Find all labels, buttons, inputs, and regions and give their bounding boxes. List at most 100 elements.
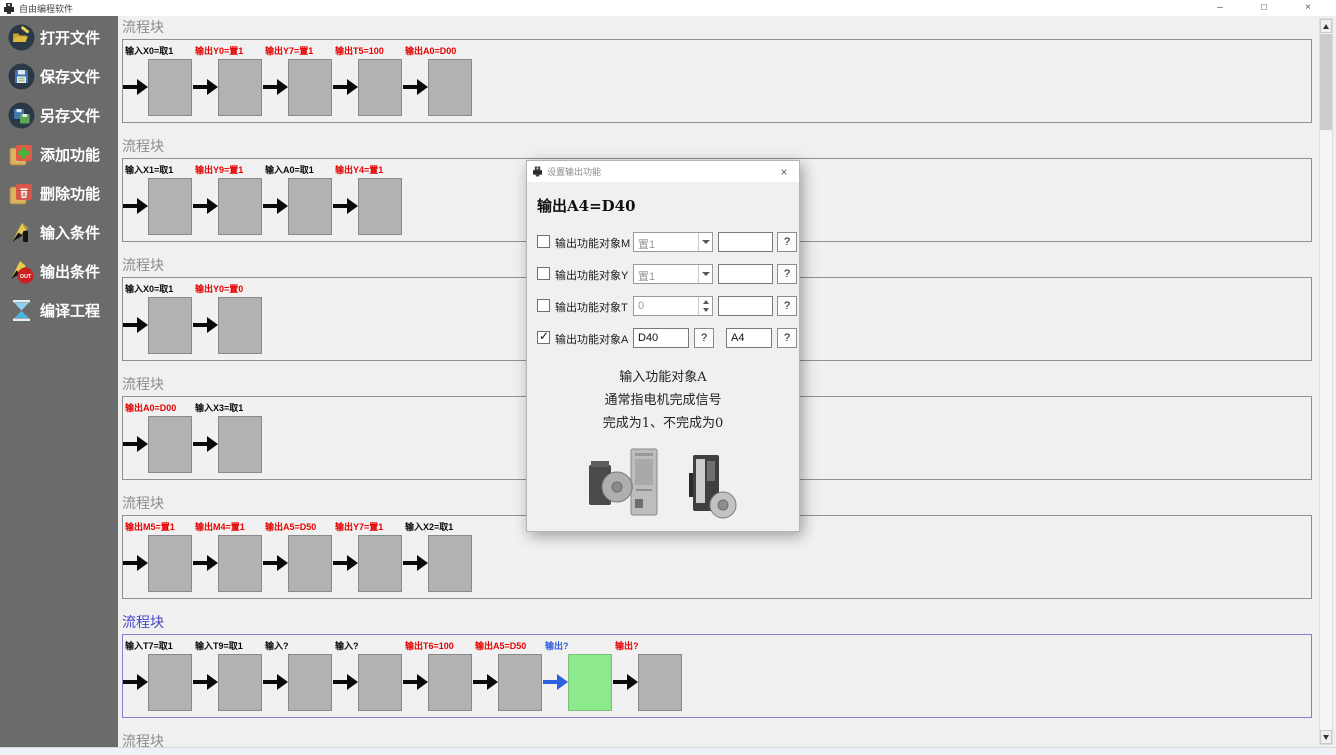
flow-step-box[interactable]	[148, 654, 192, 711]
help-button-m[interactable]: ?	[777, 232, 797, 252]
flow-step-box[interactable]	[498, 654, 542, 711]
flow-cell-label: 输出?	[615, 640, 683, 652]
sidebar-item-label: 另存文件	[40, 105, 100, 126]
flow-step-box[interactable]	[148, 416, 192, 473]
flow-arrow-icon	[333, 653, 358, 711]
flow-arrow-icon	[543, 653, 568, 711]
dialog-app-icon	[533, 166, 542, 177]
scroll-up-button[interactable]	[1320, 19, 1332, 33]
flow-step-box[interactable]	[428, 59, 472, 116]
flow-step-box[interactable]	[568, 654, 612, 711]
flow-step-box[interactable]	[428, 535, 472, 592]
row-label-t: 输出功能对象T	[555, 299, 628, 315]
flow-step-box[interactable]	[218, 178, 262, 235]
flow-cell-label: 输出Y7=置1	[335, 521, 403, 533]
spin-up-icon	[703, 300, 709, 304]
sidebar-item-add-function[interactable]: 添加功能	[0, 135, 118, 174]
flow-arrow-icon	[333, 177, 358, 235]
mode-dropdown-m[interactable]: 置1	[633, 232, 713, 252]
flow-step-box[interactable]	[218, 654, 262, 711]
dialog-images	[527, 447, 799, 521]
flow-cell-label: 输出A0=D00	[125, 402, 193, 414]
flow-step-box[interactable]	[288, 178, 332, 235]
flow-step-box[interactable]	[148, 178, 192, 235]
checkbox-a[interactable]	[537, 331, 550, 344]
spinner-buttons[interactable]	[698, 297, 712, 315]
flow-cell-label: 输入T7=取1	[125, 640, 193, 652]
close-button[interactable]: ×	[1286, 0, 1330, 16]
flow-cell-label: 输出Y0=置1	[195, 45, 263, 57]
sidebar-item-output-condition[interactable]: OUT 输出条件	[0, 252, 118, 291]
help-button-a2[interactable]: ?	[777, 328, 797, 348]
flow-arrow-icon	[403, 534, 428, 592]
flow-cell: 输出Y0=置0	[193, 283, 263, 354]
dialog-titlebar[interactable]: 设置输出功能 ×	[527, 161, 799, 182]
sidebar-item-save-file[interactable]: 保存文件	[0, 57, 118, 96]
flow-step-box[interactable]	[218, 416, 262, 473]
flow-step-box[interactable]	[218, 297, 262, 354]
help-button-t[interactable]: ?	[777, 296, 797, 316]
checkbox-m[interactable]	[537, 235, 550, 248]
sidebar-item-input-condition[interactable]: 输入条件	[0, 213, 118, 252]
flow-step-box[interactable]	[638, 654, 682, 711]
flow-step-box[interactable]	[148, 59, 192, 116]
help-button-y[interactable]: ?	[777, 264, 797, 284]
flow-block-container[interactable]: 输入T7=取1输入T9=取1输入?输入?输出T6=100输出A5=D50输出?输…	[122, 634, 1312, 718]
sidebar-item-compile-project[interactable]: 编译工程	[0, 291, 118, 330]
save-file-icon	[7, 63, 35, 91]
sidebar-item-delete-function[interactable]: 删除功能	[0, 174, 118, 213]
dialog-header: 输出A4=D40	[537, 195, 799, 216]
flow-step-box[interactable]	[358, 59, 402, 116]
scrollbar-thumb[interactable]	[1320, 34, 1332, 130]
maximize-button[interactable]: □	[1242, 0, 1286, 16]
help-button-a1[interactable]: ?	[694, 328, 714, 348]
row-label-y: 输出功能对象Y	[555, 267, 628, 283]
flow-cell: 输出Y7=置1	[333, 521, 403, 592]
flow-step-box[interactable]	[288, 535, 332, 592]
flow-block-title: 流程块	[122, 615, 1321, 632]
flow-arrow-icon	[613, 653, 638, 711]
flow-step-box[interactable]	[218, 535, 262, 592]
timer-spinner[interactable]: 0	[633, 296, 713, 316]
flow-arrow-icon	[123, 415, 148, 473]
checkbox-t[interactable]	[537, 299, 550, 312]
flow-step-box[interactable]	[218, 59, 262, 116]
flow-step-box[interactable]	[358, 654, 402, 711]
axis-input-a[interactable]	[726, 328, 772, 348]
data-register-input-a[interactable]	[633, 328, 689, 348]
value-input-y[interactable]	[718, 264, 773, 284]
flow-step-box[interactable]	[148, 535, 192, 592]
scroll-down-button[interactable]	[1320, 730, 1332, 744]
dialog-close-button[interactable]: ×	[775, 165, 793, 179]
sidebar-item-label: 输入条件	[40, 222, 100, 243]
flow-cell-label: 输入X3=取1	[195, 402, 263, 414]
delete-function-icon	[7, 180, 35, 208]
window-titlebar: 自由编程软件 – □ ×	[0, 0, 1336, 16]
flow-cell: 输入X3=取1	[193, 402, 263, 473]
note-line: 完成为1、不完成为0	[527, 412, 799, 435]
vertical-scrollbar[interactable]	[1319, 18, 1333, 745]
flow-step-box[interactable]	[288, 654, 332, 711]
flow-step-box[interactable]	[288, 59, 332, 116]
sidebar-item-save-as-file[interactable]: 另存文件	[0, 96, 118, 135]
flow-block-container[interactable]: 输入X0=取1输出Y0=置1输出Y7=置1输出T5=100输出A0=D00	[122, 39, 1312, 123]
flow-step-box[interactable]	[428, 654, 472, 711]
mode-dropdown-y[interactable]: 置1	[633, 264, 713, 284]
minimize-button[interactable]: –	[1198, 0, 1242, 16]
flow-arrow-icon	[123, 653, 148, 711]
checkbox-y[interactable]	[537, 267, 550, 280]
app-icon	[4, 3, 14, 14]
flow-block-title: 流程块	[122, 20, 1321, 37]
flow-cell: 输出Y7=置1	[263, 45, 333, 116]
chevron-down-icon	[698, 265, 712, 283]
flow-cell-label: 输出T6=100	[405, 640, 473, 652]
sidebar-item-label: 打开文件	[40, 27, 100, 48]
flow-cell-label: 输出M4=置1	[195, 521, 263, 533]
note-line: 输入功能对象A	[527, 366, 799, 389]
flow-step-box[interactable]	[358, 535, 402, 592]
value-input-t[interactable]	[718, 296, 773, 316]
sidebar-item-open-file[interactable]: 打开文件	[0, 18, 118, 57]
value-input-m[interactable]	[718, 232, 773, 252]
flow-step-box[interactable]	[148, 297, 192, 354]
flow-step-box[interactable]	[358, 178, 402, 235]
